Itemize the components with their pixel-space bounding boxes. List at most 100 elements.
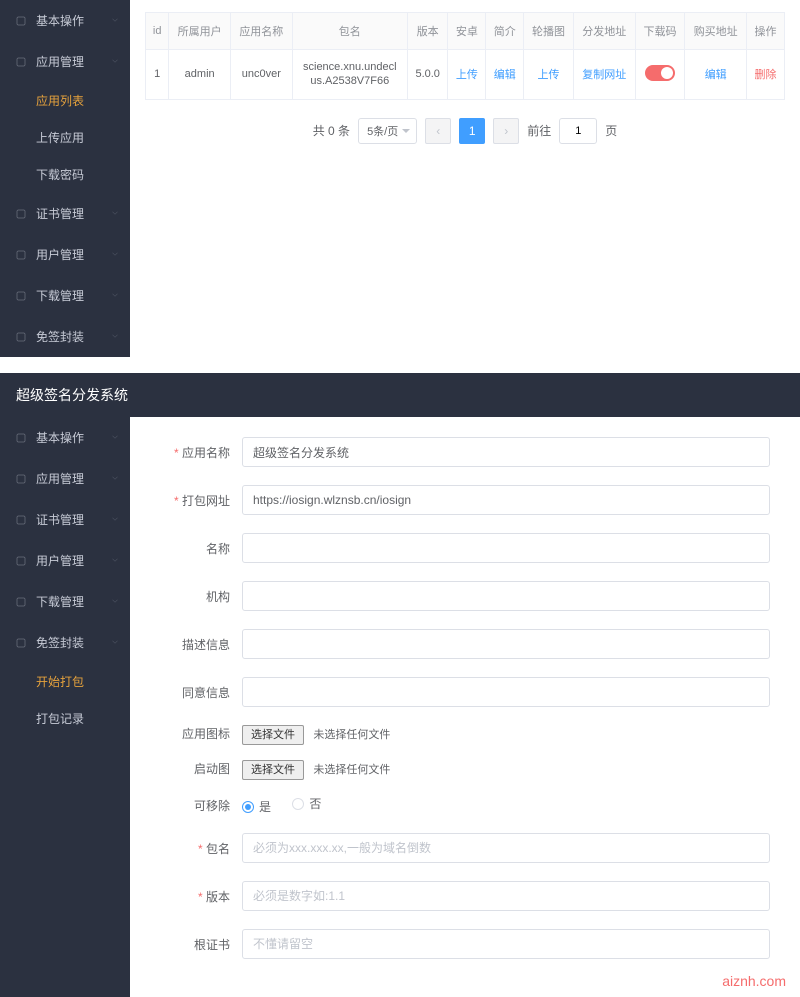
sidebar-item-label: 免签封装 (36, 328, 84, 345)
chevron-down-icon (110, 472, 120, 486)
delete-link[interactable]: 删除 (755, 69, 777, 81)
cell-user: admin (169, 50, 231, 100)
sidebar-sub-开始打包[interactable]: 开始打包 (0, 663, 130, 700)
cert-input[interactable] (242, 929, 770, 959)
label-removable: 可移除 (160, 797, 230, 814)
app-name-input[interactable] (242, 437, 770, 467)
chevron-down-icon (110, 289, 120, 303)
sidebar-item-label: 证书管理 (36, 205, 84, 222)
label-version: 版本 (160, 888, 230, 905)
sidebar-item-label: 基本操作 (36, 429, 84, 446)
label-pkg: 包名 (160, 840, 230, 857)
sidebar-item-免签封装[interactable]: 免签封装 (0, 316, 130, 357)
menu-icon (14, 330, 28, 344)
label-org: 机构 (160, 588, 230, 605)
menu-icon (14, 248, 28, 262)
sidebar-item-下载管理[interactable]: 下载管理 (0, 581, 130, 622)
app-icon-choose-button[interactable]: 选择文件 (242, 725, 304, 745)
menu-icon (14, 14, 28, 28)
name-input[interactable] (242, 533, 770, 563)
app-icon-hint: 未选择任何文件 (313, 729, 390, 741)
label-app-icon: 应用图标 (160, 725, 230, 742)
menu-icon (14, 431, 28, 445)
intro-edit-link[interactable]: 编辑 (494, 69, 516, 81)
packaging-panel: 超级签名分发系统 基本操作应用管理证书管理用户管理下载管理免签封装开始打包打包记… (0, 373, 800, 997)
chevron-down-icon (110, 330, 120, 344)
menu-icon (14, 636, 28, 650)
sidebar-item-用户管理[interactable]: 用户管理 (0, 234, 130, 275)
version-input[interactable] (242, 881, 770, 911)
sidebar-sub-打包记录[interactable]: 打包记录 (0, 700, 130, 737)
buy-edit-link[interactable]: 编辑 (705, 69, 727, 81)
page-1-button[interactable]: 1 (459, 118, 485, 144)
agree-input[interactable] (242, 677, 770, 707)
chevron-down-icon (110, 513, 120, 527)
sidebar-sub-上传应用[interactable]: 上传应用 (0, 119, 130, 156)
sidebar-item-label: 下载管理 (36, 287, 84, 304)
menu-icon (14, 513, 28, 527)
page-size-select[interactable]: 5条/页 (358, 118, 417, 144)
label-cert: 根证书 (160, 936, 230, 953)
col-header: id (146, 13, 169, 50)
sidebar-item-应用管理[interactable]: 应用管理 (0, 41, 130, 82)
app-list-content: id所属用户应用名称包名版本安卓简介轮播图分发地址下载码购买地址操作 1admi… (130, 0, 800, 357)
page-suffix: 页 (605, 122, 617, 139)
menu-icon (14, 55, 28, 69)
cell-id: 1 (146, 50, 169, 100)
carousel-upload-link[interactable]: 上传 (538, 69, 560, 81)
app-list-panel: 基本操作应用管理应用列表上传应用下载密码证书管理用户管理下载管理免签封装 id所… (0, 0, 800, 357)
desc-input[interactable] (242, 629, 770, 659)
sidebar-item-下载管理[interactable]: 下载管理 (0, 275, 130, 316)
col-header: 版本 (407, 13, 448, 50)
next-page-button[interactable]: › (493, 118, 519, 144)
pack-url-input[interactable] (242, 485, 770, 515)
col-header: 下载码 (635, 13, 685, 50)
label-desc: 描述信息 (160, 636, 230, 653)
table-row: 1adminunc0verscience.xnu.undeclus.A2538V… (146, 50, 785, 100)
dist-copy-link[interactable]: 复制网址 (582, 69, 626, 81)
menu-icon (14, 207, 28, 221)
sidebar-item-免签封装[interactable]: 免签封装 (0, 622, 130, 663)
sidebar-item-证书管理[interactable]: 证书管理 (0, 193, 130, 234)
prev-page-button[interactable]: ‹ (425, 118, 451, 144)
label-name: 名称 (160, 540, 230, 557)
sidebar-sub-应用列表[interactable]: 应用列表 (0, 82, 130, 119)
chevron-down-icon (110, 554, 120, 568)
cell-app: unc0ver (230, 50, 292, 100)
sidebar-item-应用管理[interactable]: 应用管理 (0, 458, 130, 499)
total-text: 共 0 条 (313, 122, 350, 139)
sidebar-item-label: 证书管理 (36, 511, 84, 528)
cell-pkg: science.xnu.undeclus.A2538V7F66 (292, 50, 407, 100)
sidebar-item-label: 下载管理 (36, 593, 84, 610)
col-header: 简介 (486, 13, 524, 50)
sidebar-item-label: 基本操作 (36, 12, 84, 29)
sidebar-top: 基本操作应用管理应用列表上传应用下载密码证书管理用户管理下载管理免签封装 (0, 0, 130, 357)
pagination: 共 0 条 5条/页 ‹ 1 › 前往 页 (130, 108, 800, 162)
label-splash: 启动图 (160, 760, 230, 777)
packaging-form: 应用名称 打包网址 名称 机构 描述信息 (130, 417, 800, 997)
watermark: aiznh.com (722, 973, 786, 989)
label-app-name: 应用名称 (160, 444, 230, 461)
android-upload-link[interactable]: 上传 (456, 69, 478, 81)
sidebar-item-label: 应用管理 (36, 53, 84, 70)
sidebar-sub-下载密码[interactable]: 下载密码 (0, 156, 130, 193)
col-header: 轮播图 (524, 13, 574, 50)
download-toggle[interactable] (645, 65, 675, 81)
removable-no-radio[interactable]: 否 (292, 795, 321, 812)
menu-icon (14, 472, 28, 486)
sidebar-item-用户管理[interactable]: 用户管理 (0, 540, 130, 581)
pkg-input[interactable] (242, 833, 770, 863)
sidebar-item-基本操作[interactable]: 基本操作 (0, 417, 130, 458)
sidebar-bottom: 基本操作应用管理证书管理用户管理下载管理免签封装开始打包打包记录 (0, 417, 130, 997)
label-pack-url: 打包网址 (160, 492, 230, 509)
goto-page-input[interactable] (559, 118, 597, 144)
removable-yes-radio[interactable]: 是 (242, 798, 271, 815)
sidebar-item-label: 用户管理 (36, 246, 84, 263)
col-header: 所属用户 (169, 13, 231, 50)
sidebar-item-基本操作[interactable]: 基本操作 (0, 0, 130, 41)
splash-choose-button[interactable]: 选择文件 (242, 760, 304, 780)
org-input[interactable] (242, 581, 770, 611)
sidebar-item-证书管理[interactable]: 证书管理 (0, 499, 130, 540)
chevron-down-icon (110, 431, 120, 445)
goto-label: 前往 (527, 122, 551, 139)
